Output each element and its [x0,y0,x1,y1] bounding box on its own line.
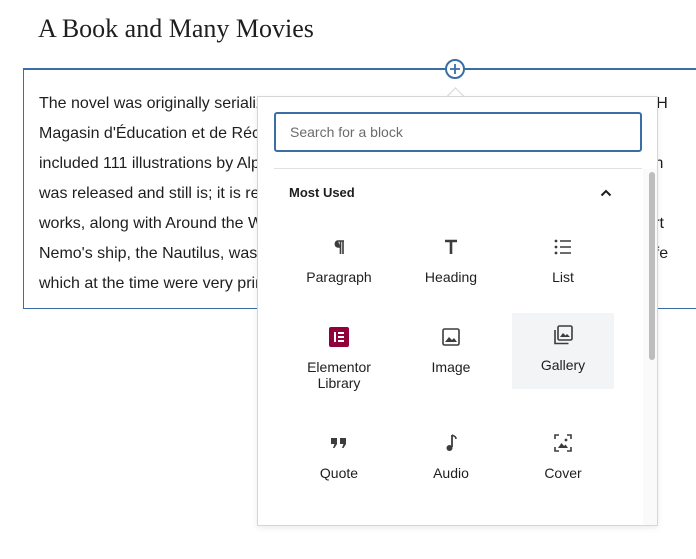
heading-icon [445,239,457,254]
block-label: List [552,269,574,285]
elementor-icon [329,327,349,347]
add-block-button[interactable] [445,59,465,79]
audio-icon [446,434,457,451]
scrollbar-thumb[interactable] [649,172,655,360]
block-search-input[interactable] [274,112,642,152]
chevron-up-icon[interactable] [598,185,614,201]
section-title-most-used[interactable]: Most Used [289,185,355,200]
block-paragraph[interactable]: Paragraph [288,225,390,301]
block-elementor-library[interactable]: Elementor Library [288,315,390,391]
plus-icon [450,64,460,74]
block-label: Heading [424,269,478,285]
list-icon [554,239,571,255]
block-label: Quote [319,465,359,481]
block-label: Gallery [540,357,586,373]
paragraph-icon [334,240,344,254]
block-focus-bar [23,68,696,70]
block-quote[interactable]: Quote [288,421,390,497]
block-label: Paragraph [306,269,372,285]
block-label: Elementor Library [307,359,371,391]
gallery-icon [554,325,573,345]
block-label: Cover [544,465,582,481]
cover-icon [554,434,572,452]
block-image[interactable]: Image [400,315,502,391]
block-list[interactable]: List [512,225,614,301]
block-gallery[interactable]: Gallery [512,313,614,389]
block-label: Audio [433,465,469,481]
block-inserter-popover: Most Used Paragraph Heading List [257,96,658,526]
block-audio[interactable]: Audio [400,421,502,497]
block-heading[interactable]: Heading [400,225,502,301]
block-label: Image [431,359,471,375]
image-icon [442,328,460,346]
block-cover[interactable]: Cover [512,421,614,497]
divider [274,168,642,169]
quote-icon [331,438,346,448]
post-heading[interactable]: A Book and Many Movies [38,14,314,44]
